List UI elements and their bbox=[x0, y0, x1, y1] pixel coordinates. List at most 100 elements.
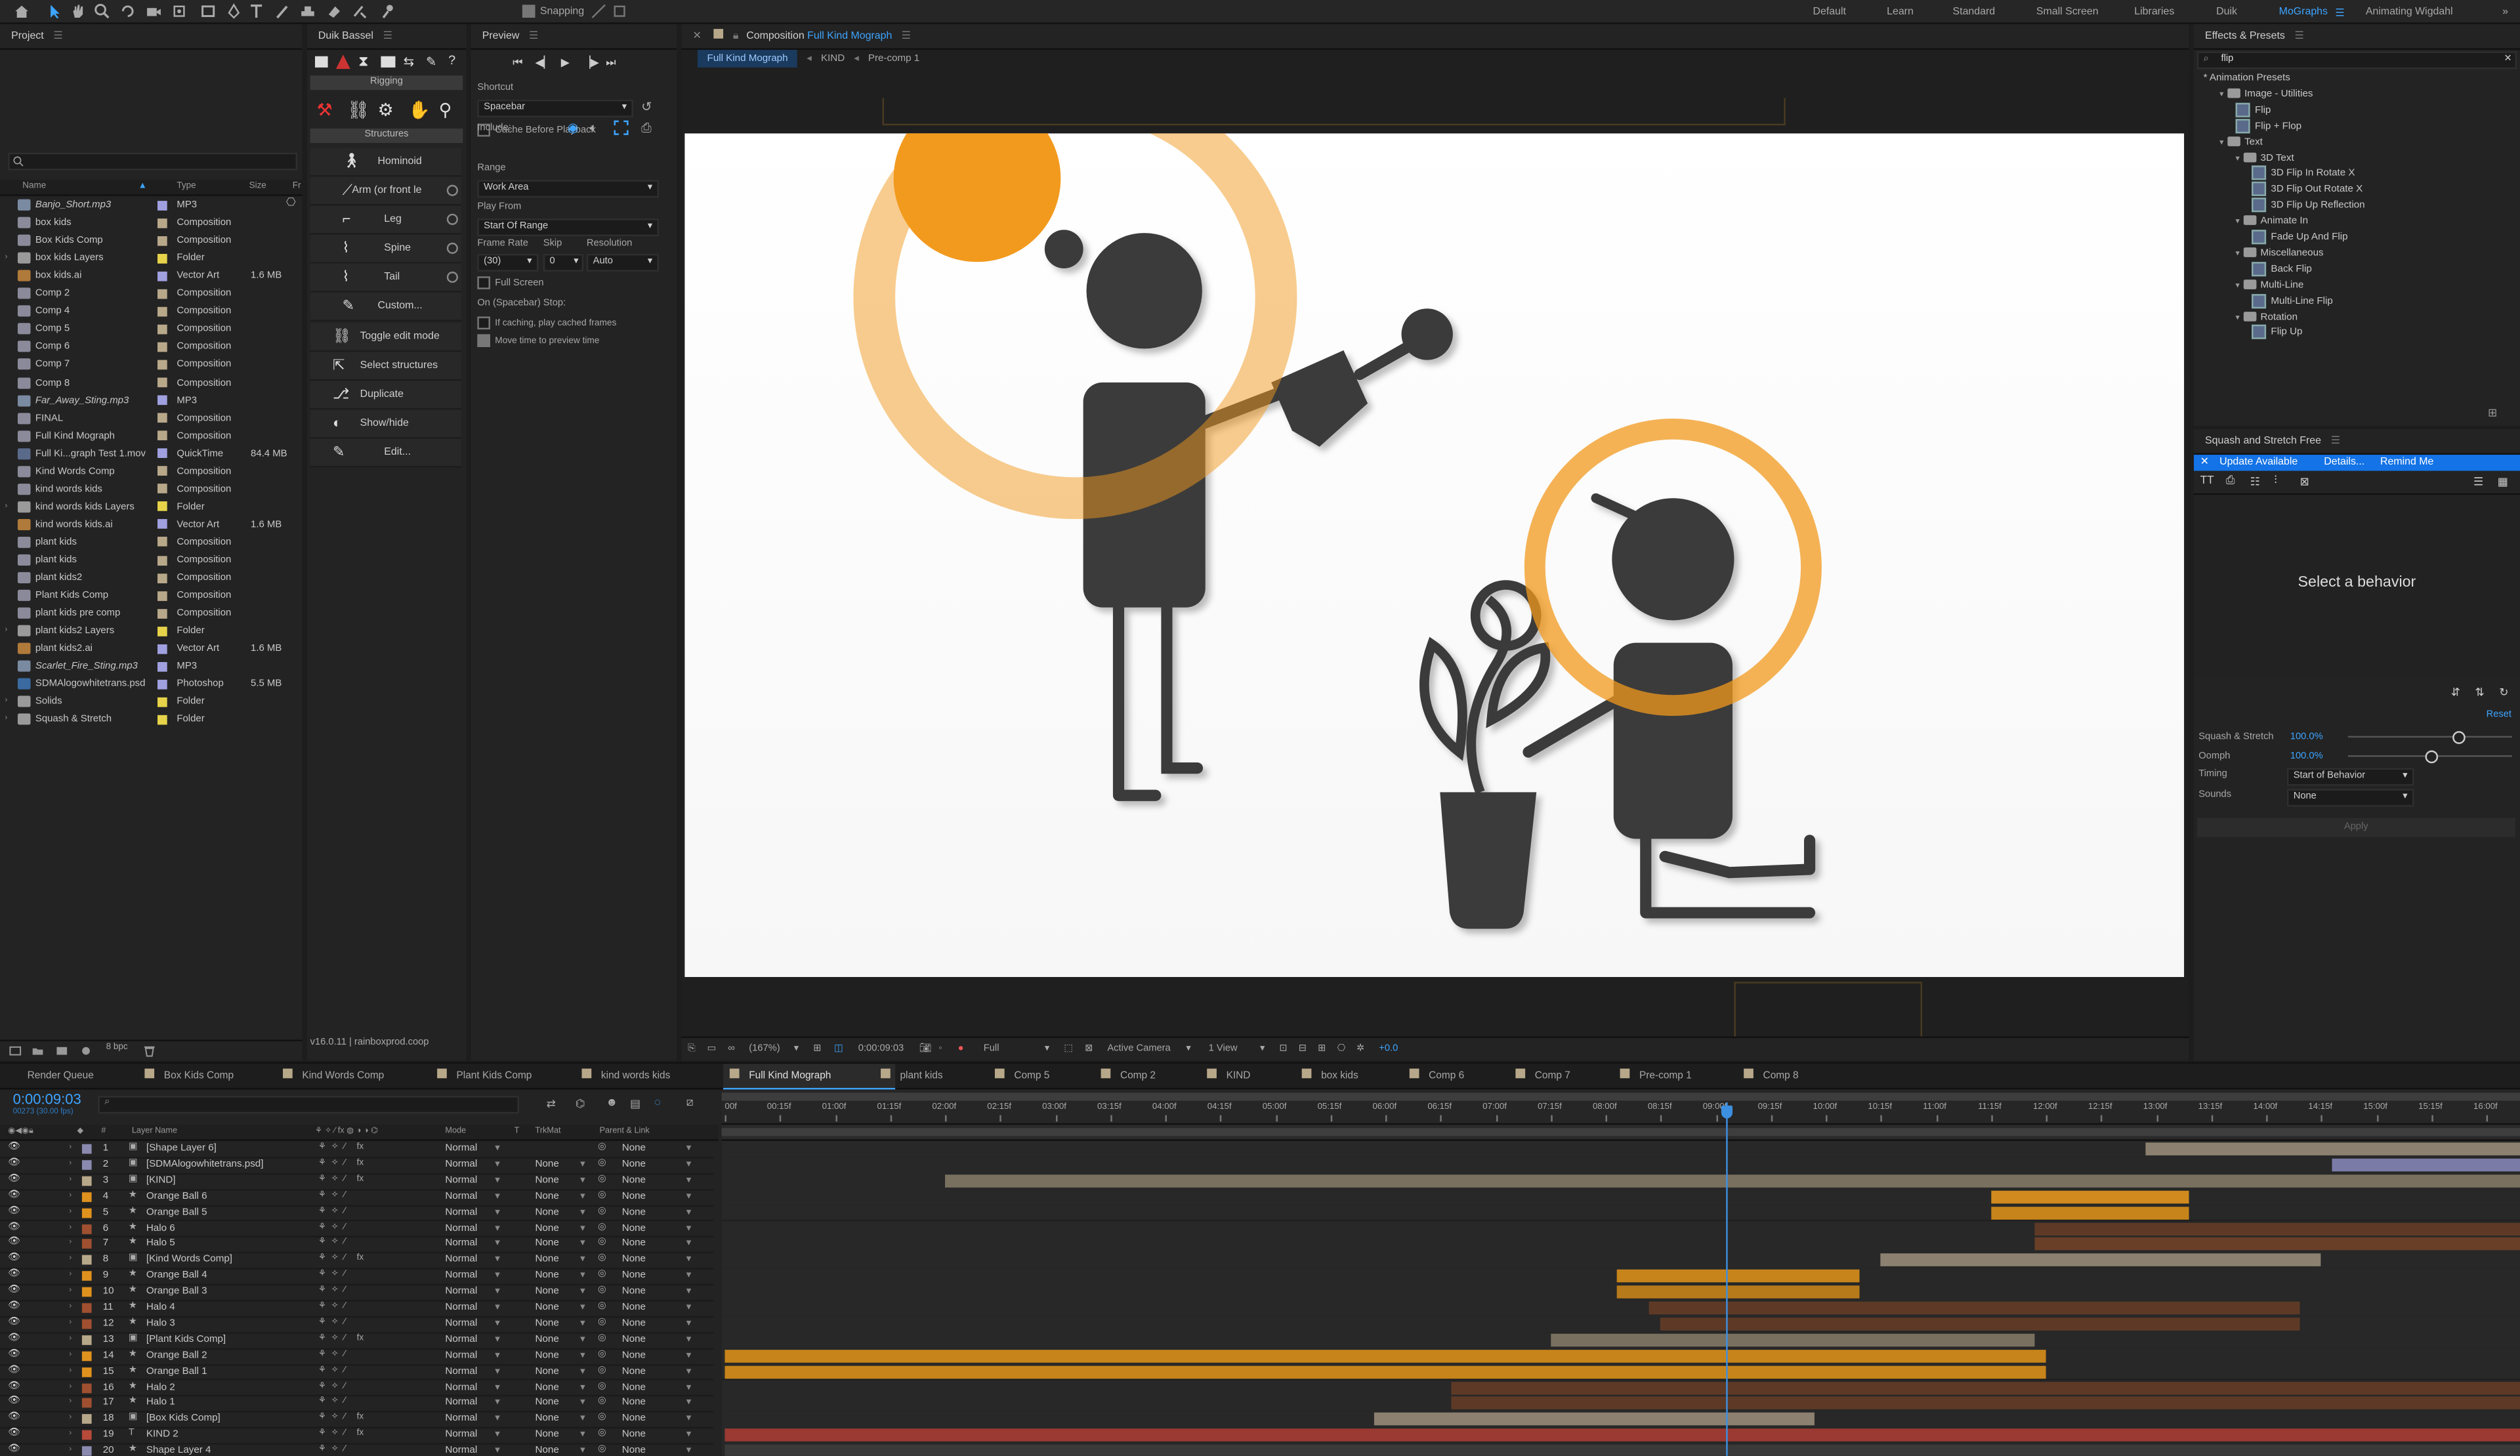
layer-label-swatch[interactable] bbox=[81, 1350, 92, 1361]
project-item[interactable]: Box Kids Comp Composition bbox=[0, 232, 302, 249]
layer-name[interactable]: Halo 2 bbox=[146, 1379, 175, 1395]
range-dropdown[interactable]: Work Area ▾ bbox=[477, 180, 660, 198]
shy-icon[interactable]: ⚘ bbox=[318, 1220, 326, 1236]
mode-dropdown-arrow[interactable]: ▾ bbox=[495, 1443, 500, 1456]
layer-duration-bar[interactable] bbox=[724, 1444, 2519, 1456]
collapse-icon[interactable]: ✧ bbox=[331, 1411, 338, 1427]
exposure-reset-icon[interactable]: ✲ bbox=[1356, 1038, 1364, 1060]
quality-icon[interactable]: ⁄ bbox=[344, 1348, 345, 1363]
expand-arrow-icon[interactable]: › bbox=[5, 622, 7, 640]
layer-parent[interactable]: None bbox=[622, 1363, 646, 1379]
pickwhip-icon[interactable]: ◎ bbox=[598, 1300, 606, 1316]
twirl-arrow-icon[interactable]: › bbox=[69, 1173, 72, 1188]
include-audio-icon[interactable]: 🔈︎ bbox=[590, 121, 598, 136]
layer-duration-bar[interactable] bbox=[1649, 1301, 2300, 1315]
layer-parent[interactable]: None bbox=[622, 1427, 646, 1443]
layer-name[interactable]: [Shape Layer 6] bbox=[146, 1141, 217, 1157]
quality-icon[interactable]: ⁄ bbox=[344, 1411, 345, 1427]
always-preview-icon[interactable]: ⎘ bbox=[688, 1038, 696, 1060]
preset-item[interactable]: 3D Flip Up Reflection bbox=[2252, 198, 2365, 214]
layer-parent[interactable]: None bbox=[622, 1188, 646, 1204]
shy-icon[interactable]: ⚘ bbox=[318, 1141, 326, 1157]
play-from-dropdown[interactable]: Start Of Range ▾ bbox=[477, 218, 660, 237]
trash-icon[interactable] bbox=[143, 1045, 156, 1058]
label-color-swatch[interactable] bbox=[158, 395, 167, 406]
details-link[interactable]: Details... bbox=[2324, 455, 2364, 470]
layer-name[interactable]: Orange Ball 3 bbox=[146, 1284, 207, 1300]
label-color-swatch[interactable] bbox=[158, 501, 167, 512]
label-color-swatch[interactable] bbox=[158, 626, 167, 636]
label-color-swatch[interactable] bbox=[158, 661, 167, 672]
transparency-toggle-icon[interactable]: ⊠ bbox=[1085, 1038, 1093, 1060]
trkmat-dropdown-arrow[interactable]: ▾ bbox=[580, 1252, 585, 1268]
timeline-timecode[interactable]: 0:00:09:03 bbox=[13, 1091, 81, 1107]
label-color-swatch[interactable] bbox=[158, 306, 167, 316]
layer-mode[interactable]: Normal bbox=[445, 1268, 477, 1284]
layer-name-header[interactable]: Layer Name bbox=[132, 1125, 177, 1139]
panel-menu-icon[interactable]: ☰ bbox=[383, 31, 392, 42]
layer-parent[interactable]: None bbox=[622, 1268, 646, 1284]
preset-item[interactable]: 3D Flip Out Rotate X bbox=[2252, 182, 2362, 198]
project-item[interactable]: plant kids Composition bbox=[0, 533, 302, 551]
layer-duration-bar[interactable] bbox=[1660, 1317, 2300, 1331]
snap-feature-icon[interactable] bbox=[590, 3, 608, 19]
twirl-arrow-icon[interactable]: › bbox=[69, 1332, 72, 1348]
reset-icon[interactable]: ↺ bbox=[641, 100, 652, 114]
label-color-swatch[interactable] bbox=[158, 537, 167, 547]
project-item[interactable]: › kind words kids Layers Folder bbox=[0, 498, 302, 516]
work-area-bar[interactable] bbox=[721, 1092, 2520, 1101]
collapse-icon[interactable]: ✧ bbox=[331, 1379, 338, 1395]
collapse-icon[interactable]: ✧ bbox=[331, 1316, 338, 1331]
quality-icon[interactable]: ⁄ bbox=[344, 1268, 345, 1284]
ss-value[interactable]: 100.0% bbox=[2290, 730, 2323, 745]
preset-item[interactable]: 3D Flip In Rotate X bbox=[2252, 166, 2355, 182]
layer-mode[interactable]: Normal bbox=[445, 1284, 477, 1300]
layer-parent[interactable]: None bbox=[622, 1220, 646, 1236]
layer-parent[interactable]: None bbox=[622, 1348, 646, 1363]
layer-mode[interactable]: Normal bbox=[445, 1205, 477, 1220]
mode-dropdown-arrow[interactable]: ▾ bbox=[495, 1268, 500, 1284]
layer-label-swatch[interactable] bbox=[81, 1207, 92, 1218]
project-item[interactable]: plant kids pre comp Composition bbox=[0, 604, 302, 622]
layer-name[interactable]: Halo 4 bbox=[146, 1300, 175, 1316]
frame-blending-icon[interactable]: ▤ bbox=[630, 1098, 640, 1110]
layer-row[interactable]: 👁︎ › 5 ★ Orange Ball 5 ⚘ ✧ ⁄ Normal ▾ None ▾ ◎ None ▾ bbox=[0, 1205, 714, 1222]
project-item[interactable]: box kids.ai Vector Art 1.6 MB bbox=[0, 267, 302, 285]
layer-parent[interactable]: None bbox=[622, 1316, 646, 1331]
layer-mode[interactable]: Normal bbox=[445, 1443, 477, 1456]
pickwhip-icon[interactable]: ◎ bbox=[598, 1396, 606, 1411]
bounds-icon[interactable]: ⊠ bbox=[2300, 476, 2309, 488]
viewer-timecode[interactable]: 0:00:09:03 bbox=[858, 1038, 904, 1060]
timeline-tab[interactable]: KIND bbox=[1207, 1064, 1250, 1088]
duik-help-icon[interactable]: ? bbox=[448, 53, 455, 68]
workspace-animating-wigdahl[interactable]: Animating Wigdahl bbox=[2366, 7, 2453, 18]
bones-icon[interactable]: ✋ bbox=[408, 100, 430, 120]
pickwhip-icon[interactable]: ◎ bbox=[598, 1443, 606, 1455]
twirl-arrow-icon[interactable]: › bbox=[69, 1141, 72, 1157]
collapse-icon[interactable]: ✧ bbox=[331, 1284, 338, 1300]
layer-mode[interactable]: Normal bbox=[445, 1236, 477, 1252]
composition-panel-title[interactable]: ✕ 🔒︎ Composition Full Kind Mograph ☰ bbox=[681, 24, 2189, 50]
pickwhip-icon[interactable]: ◎ bbox=[598, 1205, 606, 1220]
project-item[interactable]: FINAL Composition bbox=[0, 409, 302, 427]
layer-label-swatch[interactable] bbox=[81, 1319, 92, 1329]
layer-duration-bar[interactable] bbox=[1990, 1206, 2189, 1219]
layer-duration-bar[interactable] bbox=[1550, 1333, 2035, 1346]
layer-mode[interactable]: Normal bbox=[445, 1157, 477, 1173]
project-flowchart-icon[interactable]: ⎔ bbox=[286, 196, 296, 209]
timeline-tab[interactable]: Pre-comp 1 bbox=[1620, 1064, 1692, 1088]
mode-dropdown-arrow[interactable]: ▾ bbox=[495, 1396, 500, 1411]
duik-tool-button-3[interactable]: ◐ Show/hide bbox=[310, 409, 461, 439]
switches-header-icons[interactable]: ⚘ ✧ ⁄ fx ◍ ◑ ◑ ⌬ bbox=[315, 1125, 378, 1139]
layer-duration-bar[interactable] bbox=[724, 1365, 2046, 1379]
mode-dropdown-arrow[interactable]: ▾ bbox=[495, 1236, 500, 1252]
label-color-swatch[interactable] bbox=[158, 519, 167, 530]
effects-icon[interactable]: fx bbox=[357, 1157, 364, 1173]
label-color-swatch[interactable] bbox=[158, 448, 167, 459]
layer-label-swatch[interactable] bbox=[81, 1398, 92, 1409]
quality-icon[interactable]: ⁄ bbox=[344, 1427, 345, 1443]
close-tab-icon[interactable]: ✕ bbox=[693, 31, 702, 42]
eraser-tool-icon[interactable] bbox=[325, 3, 343, 19]
collapse-arrow-icon[interactable]: ▾ bbox=[2219, 138, 2223, 148]
project-item[interactable]: kind words kids Composition bbox=[0, 480, 302, 498]
